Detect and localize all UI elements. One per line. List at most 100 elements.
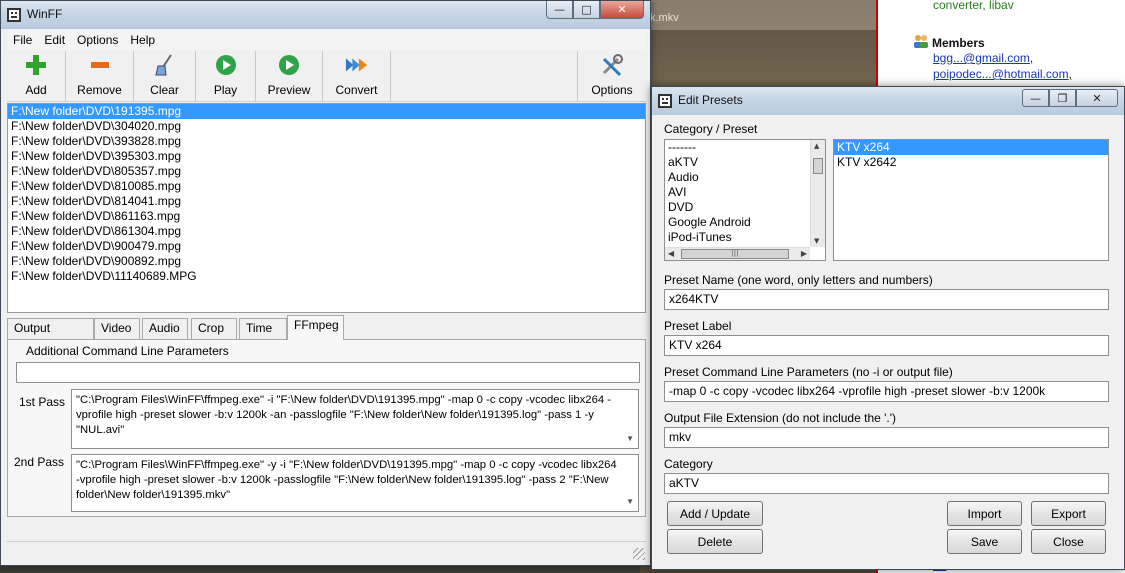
- pass2-command-text: "C:\Program Files\WinFF\ffmpeg.exe" -y -…: [76, 459, 617, 501]
- menu-help[interactable]: Help: [124, 33, 161, 47]
- close-window-button[interactable]: ✕: [600, 1, 644, 19]
- scroll-left-icon: ◀: [668, 249, 675, 258]
- preview-button[interactable]: Preview: [256, 51, 323, 101]
- scroll-down-icon: ▼: [626, 434, 634, 443]
- file-list-item[interactable]: F:\New folder\DVD\11140689.MPG: [8, 269, 645, 284]
- convert-arrows-icon: [345, 53, 369, 77]
- link-libav[interactable]: libav: [989, 0, 1014, 12]
- category-item[interactable]: Audio: [665, 170, 825, 185]
- category-item[interactable]: iPod-iTunes: [665, 230, 825, 245]
- tab-time[interactable]: Time: [239, 318, 287, 339]
- cmdline-label: Preset Command Line Parameters (no -i or…: [664, 365, 953, 379]
- tab-output-details[interactable]: Output Details: [7, 318, 94, 354]
- minimize-icon: —: [554, 3, 565, 16]
- edit-presets-window: Edit Presets — ❐ ✕ Category / Preset ---…: [651, 86, 1125, 570]
- file-list-item[interactable]: F:\New folder\DVD\191395.mpg: [8, 104, 645, 119]
- category-item[interactable]: DVD: [665, 200, 825, 215]
- remove-label: Remove: [77, 83, 122, 97]
- cmdline-input[interactable]: -map 0 -c copy -vcodec libx264 -vprofile…: [664, 381, 1109, 402]
- export-button[interactable]: Export: [1031, 501, 1106, 526]
- presets-close-button[interactable]: ✕: [1076, 89, 1118, 107]
- additional-params-input[interactable]: [16, 362, 640, 383]
- remove-button[interactable]: Remove: [66, 51, 134, 101]
- file-list-item[interactable]: F:\New folder\DVD\304020.mpg: [8, 119, 645, 134]
- presets-body: Category / Preset ------- aKTV Audio AVI…: [658, 116, 1120, 566]
- tab-ffmpeg[interactable]: FFmpeg: [287, 315, 344, 340]
- close-button[interactable]: Close: [1031, 529, 1106, 554]
- app-icon: [7, 8, 21, 22]
- file-list-item[interactable]: F:\New folder\DVD\805357.mpg: [8, 164, 645, 179]
- preset-item[interactable]: KTV x2642: [834, 155, 1108, 170]
- preset-name-input[interactable]: x264KTV: [664, 289, 1109, 310]
- file-list-item[interactable]: F:\New folder\DVD\393828.mpg: [8, 134, 645, 149]
- scroll-thumb[interactable]: [813, 158, 823, 174]
- minimize-icon: —: [1030, 91, 1041, 105]
- file-list-item[interactable]: F:\New folder\DVD\900479.mpg: [8, 239, 645, 254]
- file-list-item[interactable]: F:\New folder\DVD\814041.mpg: [8, 194, 645, 209]
- member-link[interactable]: bgg...@gmail.com,: [933, 51, 1033, 65]
- convert-button[interactable]: Convert: [323, 51, 391, 101]
- preset-listbox[interactable]: KTV x264 KTV x2642: [833, 139, 1109, 261]
- options-button[interactable]: Options: [577, 51, 646, 101]
- hscroll-thumb[interactable]: |||: [681, 249, 789, 259]
- scroll-right-icon: ▶: [800, 249, 807, 258]
- category-item[interactable]: AVI: [665, 185, 825, 200]
- pass1-command-textarea[interactable]: "C:\Program Files\WinFF\ffmpeg.exe" -i "…: [71, 389, 639, 449]
- delete-button[interactable]: Delete: [667, 529, 763, 554]
- category-item[interactable]: aKTV: [665, 155, 825, 170]
- tab-crop[interactable]: Crop: [191, 318, 237, 339]
- category-label: Category: [664, 457, 713, 471]
- clear-button[interactable]: Clear: [134, 51, 196, 101]
- file-list-item[interactable]: F:\New folder\DVD\900892.mpg: [8, 254, 645, 269]
- add-button[interactable]: Add: [7, 51, 66, 101]
- category-vscrollbar[interactable]: ▲ ▼: [810, 140, 825, 247]
- file-list-item[interactable]: F:\New folder\DVD\861304.mpg: [8, 224, 645, 239]
- scroll-down-icon: ▼: [814, 237, 820, 245]
- members-icon: [914, 35, 928, 48]
- file-list-item[interactable]: F:\New folder\DVD\395303.mpg: [8, 149, 645, 164]
- category-input[interactable]: aKTV: [664, 473, 1109, 494]
- maximize-button[interactable]: □: [573, 1, 600, 19]
- additional-params-label: Additional Command Line Parameters: [26, 344, 229, 358]
- background-links: converter, libav: [933, 0, 1014, 12]
- file-list[interactable]: F:\New folder\DVD\191395.mpg F:\New fold…: [7, 103, 646, 313]
- menu-options[interactable]: Options: [71, 33, 124, 47]
- category-listbox[interactable]: ------- aKTV Audio AVI DVD Google Androi…: [664, 139, 826, 261]
- presets-title: Edit Presets: [678, 93, 743, 107]
- link-converter[interactable]: converter: [933, 0, 982, 12]
- category-item[interactable]: -------: [665, 140, 825, 155]
- winff-titlebar[interactable]: WinFF — □ ✕: [1, 1, 650, 29]
- plus-icon: [24, 53, 48, 77]
- category-item[interactable]: Google Android: [665, 215, 825, 230]
- presets-minimize-button[interactable]: —: [1022, 89, 1049, 107]
- menu-bar: File Edit Options Help: [7, 30, 646, 50]
- save-button[interactable]: Save: [947, 529, 1022, 554]
- pass2-scrollbar[interactable]: ▼: [623, 456, 637, 510]
- file-list-item[interactable]: F:\New folder\DVD\861163.mpg: [8, 209, 645, 224]
- scroll-down-icon: ▼: [626, 497, 634, 506]
- extension-input[interactable]: mkv: [664, 427, 1109, 448]
- preset-item[interactable]: KTV x264: [834, 140, 1108, 155]
- add-update-button[interactable]: Add / Update: [667, 501, 763, 526]
- broom-icon: [153, 53, 177, 77]
- file-list-item[interactable]: F:\New folder\DVD\810085.mpg: [8, 179, 645, 194]
- import-button[interactable]: Import: [947, 501, 1022, 526]
- category-hscrollbar[interactable]: ◀ ||| ▶: [665, 247, 810, 260]
- minimize-button[interactable]: —: [546, 1, 573, 19]
- presets-maximize-button[interactable]: ❐: [1049, 89, 1076, 107]
- pass2-command-textarea[interactable]: "C:\Program Files\WinFF\ffmpeg.exe" -y -…: [71, 454, 639, 512]
- winff-window: WinFF — □ ✕ File Edit Options Help Add R…: [0, 0, 651, 566]
- presets-titlebar[interactable]: Edit Presets — ❐ ✕: [652, 87, 1124, 115]
- play-button[interactable]: Play: [196, 51, 256, 101]
- tab-video[interactable]: Video: [94, 318, 140, 339]
- member-link[interactable]: poipodec...@hotmail.com,: [933, 67, 1072, 81]
- preset-label-input[interactable]: KTV x264: [664, 335, 1109, 356]
- menu-file[interactable]: File: [7, 33, 38, 47]
- menu-edit[interactable]: Edit: [38, 33, 71, 47]
- pass1-scrollbar[interactable]: ▼: [623, 391, 637, 447]
- extension-label: Output File Extension (do not include th…: [664, 411, 897, 425]
- preset-name-label: Preset Name (one word, only letters and …: [664, 273, 933, 287]
- tab-audio[interactable]: Audio: [142, 318, 188, 339]
- resize-grip[interactable]: [633, 548, 645, 560]
- presets-app-icon: [658, 94, 672, 108]
